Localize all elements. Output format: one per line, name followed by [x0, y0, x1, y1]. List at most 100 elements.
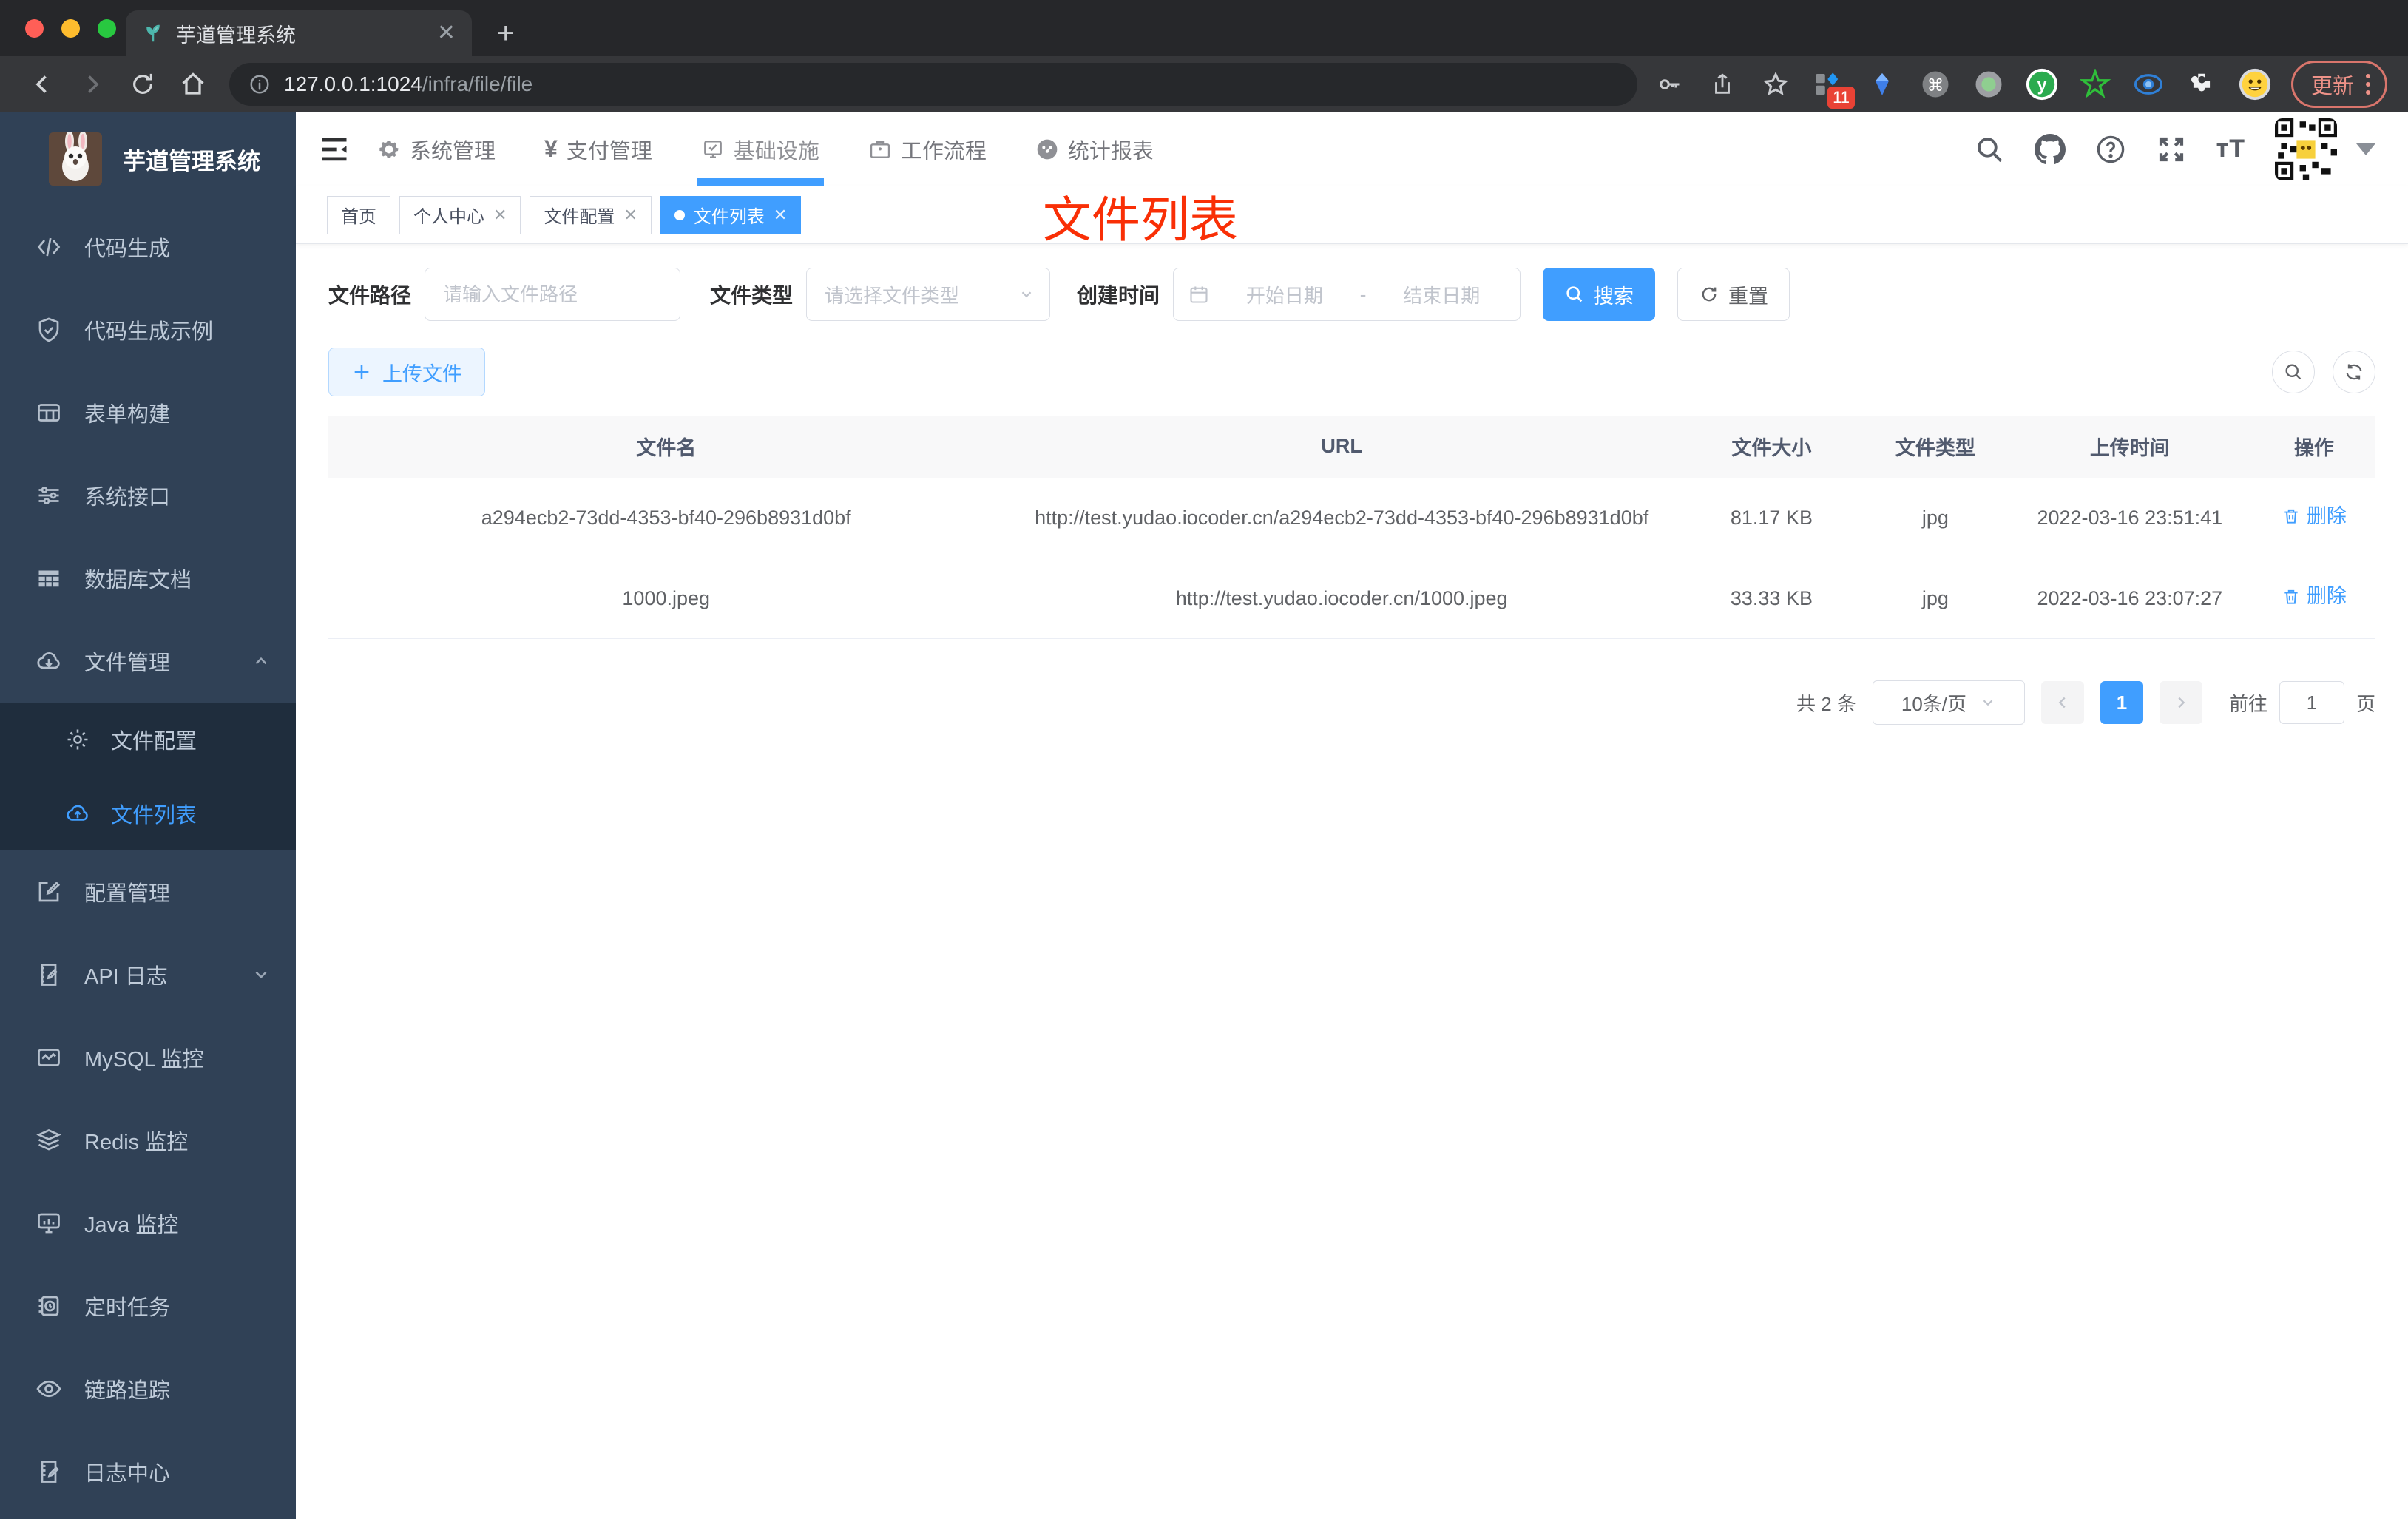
sidebar-item-api-log[interactable]: API 日志 [0, 933, 296, 1016]
zoom-window-button[interactable] [98, 19, 116, 38]
url-host: 127.0.0.1:1024 [284, 72, 422, 95]
sidebar-logo[interactable]: 芋道管理系统 [0, 112, 296, 206]
puzzle-extension-icon[interactable] [2185, 67, 2219, 101]
sidebar-item-code-demo[interactable]: 代码生成示例 [0, 288, 296, 371]
close-window-button[interactable] [25, 19, 44, 38]
refresh-table-button[interactable] [2333, 351, 2375, 393]
cell-upload-time: 2022-03-16 23:51:41 [2006, 478, 2253, 559]
delete-button[interactable]: 删除 [2282, 581, 2347, 612]
page-number-1[interactable]: 1 [2100, 681, 2143, 725]
app-title: 芋道管理系统 [123, 148, 260, 175]
close-icon[interactable]: ✕ [493, 206, 507, 225]
sidebar-item-form-builder[interactable]: 表单构建 [0, 371, 296, 454]
delete-button[interactable]: 删除 [2282, 501, 2347, 532]
forward-icon[interactable] [71, 63, 114, 106]
search-icon[interactable] [1974, 134, 2005, 165]
sidebar-item-file-list[interactable]: 文件列表 [0, 777, 296, 850]
back-icon[interactable] [21, 63, 64, 106]
date-range-picker[interactable]: 开始日期 - 结束日期 [1173, 268, 1521, 321]
chevron-down-icon [251, 965, 271, 984]
question-icon[interactable] [2095, 134, 2126, 165]
col-upload-time: 上传时间 [2006, 416, 2253, 478]
collapse-sidebar-icon[interactable] [318, 133, 351, 166]
close-icon[interactable]: ✕ [623, 206, 637, 225]
toggle-search-button[interactable] [2272, 351, 2315, 393]
col-file-name: 文件名 [328, 416, 1004, 478]
close-icon[interactable]: ✕ [774, 206, 787, 225]
pinned-blue-diamond-extension-icon[interactable]: 11 [1812, 67, 1855, 109]
active-dot [674, 209, 685, 220]
page-size-select[interactable]: 10条/页 [1872, 680, 2025, 725]
refresh-icon [1699, 284, 1719, 305]
sidebar-item-code-gen[interactable]: 代码生成 [0, 206, 296, 288]
tag-file-config[interactable]: 文件配置 ✕ [530, 195, 652, 234]
minimize-window-button[interactable] [61, 19, 80, 38]
share-icon[interactable] [1705, 67, 1739, 101]
tag-file-list[interactable]: 文件列表 ✕ [660, 195, 802, 234]
caret-down-icon[interactable] [2356, 143, 2375, 155]
cell-file-name: a294ecb2-73dd-4353-bf40-296b8931d0bf [328, 478, 1004, 559]
github-icon[interactable] [2034, 133, 2066, 165]
address-bar[interactable]: 127.0.0.1:1024/infra/file/file [229, 63, 1637, 106]
tag-home[interactable]: 首页 [327, 195, 390, 234]
navbar-right-tools: тT [1974, 118, 2375, 180]
home-icon[interactable] [172, 63, 214, 106]
new-tab-button[interactable]: + [497, 17, 514, 50]
fullscreen-icon[interactable] [2156, 134, 2187, 165]
recorder-extension-icon[interactable] [1972, 67, 2006, 101]
password-key-icon[interactable] [1652, 67, 1686, 101]
green-y-extension-icon[interactable]: y [2025, 67, 2059, 101]
reload-icon[interactable] [121, 63, 164, 106]
chart-monitor-icon [35, 1044, 62, 1071]
svg-text:⌘: ⌘ [1927, 75, 1944, 95]
search-button[interactable]: 搜索 [1543, 268, 1656, 321]
tag-profile[interactable]: 个人中心 ✕ [399, 195, 521, 234]
browser-chrome: 芋道管理系统 ✕ + 127.0.0.1:1024/infra/file/fil… [0, 0, 2408, 112]
sidebar-item-trace[interactable]: 链路追踪 [0, 1347, 296, 1430]
goto-page-input[interactable] [2279, 681, 2344, 725]
sidebar-item-cron-job[interactable]: 定时任务 [0, 1265, 296, 1347]
file-path-input[interactable] [425, 268, 681, 321]
browser-toolbar: 127.0.0.1:1024/infra/file/file 11 ⌘ y 更新 [0, 56, 2408, 112]
sidebar-item-config-manage[interactable]: 配置管理 [0, 850, 296, 933]
sidebar-item-redis-monitor[interactable]: Redis 监控 [0, 1099, 296, 1182]
site-info-icon[interactable] [248, 73, 271, 95]
end-date-placeholder[interactable]: 结束日期 [1378, 281, 1505, 308]
nav-item-workflow[interactable]: 工作流程 [868, 112, 987, 186]
reset-button[interactable]: 重置 [1677, 268, 1790, 321]
sidebar-item-file-manage[interactable]: 文件管理 [0, 620, 296, 703]
nav-item-infra[interactable]: 基础设施 [696, 112, 824, 186]
start-date-placeholder[interactable]: 开始日期 [1221, 281, 1348, 308]
nav-item-payment[interactable]: ¥ 支付管理 [544, 112, 652, 186]
sidebar-item-system-api[interactable]: 系统接口 [0, 454, 296, 537]
bookmark-star-icon[interactable] [1759, 67, 1793, 101]
sidebar-item-java-monitor[interactable]: Java 监控 [0, 1182, 296, 1265]
table-toolbar: 上传文件 [328, 348, 2375, 396]
file-type-select[interactable]: 请选择文件类型 [806, 268, 1051, 321]
emoji-extension-icon[interactable] [2238, 67, 2272, 101]
browser-menu-icon[interactable] [2366, 74, 2370, 95]
upload-file-button[interactable]: 上传文件 [328, 348, 485, 396]
sidebar-item-mysql-monitor[interactable]: MySQL 监控 [0, 1016, 296, 1099]
blue-gem-extension-icon[interactable] [1865, 67, 1899, 101]
sidebar-item-log-center[interactable]: 日志中心 [0, 1430, 296, 1513]
font-size-icon[interactable]: тT [2216, 135, 2245, 163]
sidebar-item-file-config[interactable]: 文件配置 [0, 703, 296, 777]
command-extension-icon[interactable]: ⌘ [1918, 67, 1952, 101]
plus-icon [351, 362, 372, 382]
avatar-qr[interactable] [2275, 118, 2337, 180]
green-star-extension-icon[interactable] [2078, 67, 2112, 101]
browser-update-button[interactable]: 更新 [2290, 61, 2387, 108]
nav-item-report[interactable]: 统计报表 [1035, 112, 1154, 186]
file-path-label: 文件路径 [328, 284, 412, 307]
browser-tab[interactable]: 芋道管理系统 ✕ [126, 10, 472, 56]
blue-eye-extension-icon[interactable] [2131, 67, 2165, 101]
sidebar-item-db-doc[interactable]: 数据库文档 [0, 537, 296, 620]
file-type-label: 文件类型 [710, 284, 794, 307]
prev-page-button[interactable] [2040, 681, 2084, 725]
yen-icon: ¥ [544, 135, 558, 162]
next-page-button[interactable] [2159, 681, 2202, 725]
window-controls[interactable] [25, 19, 116, 38]
nav-item-system[interactable]: 系统管理 [377, 112, 496, 186]
tab-close-icon[interactable]: ✕ [437, 22, 456, 44]
